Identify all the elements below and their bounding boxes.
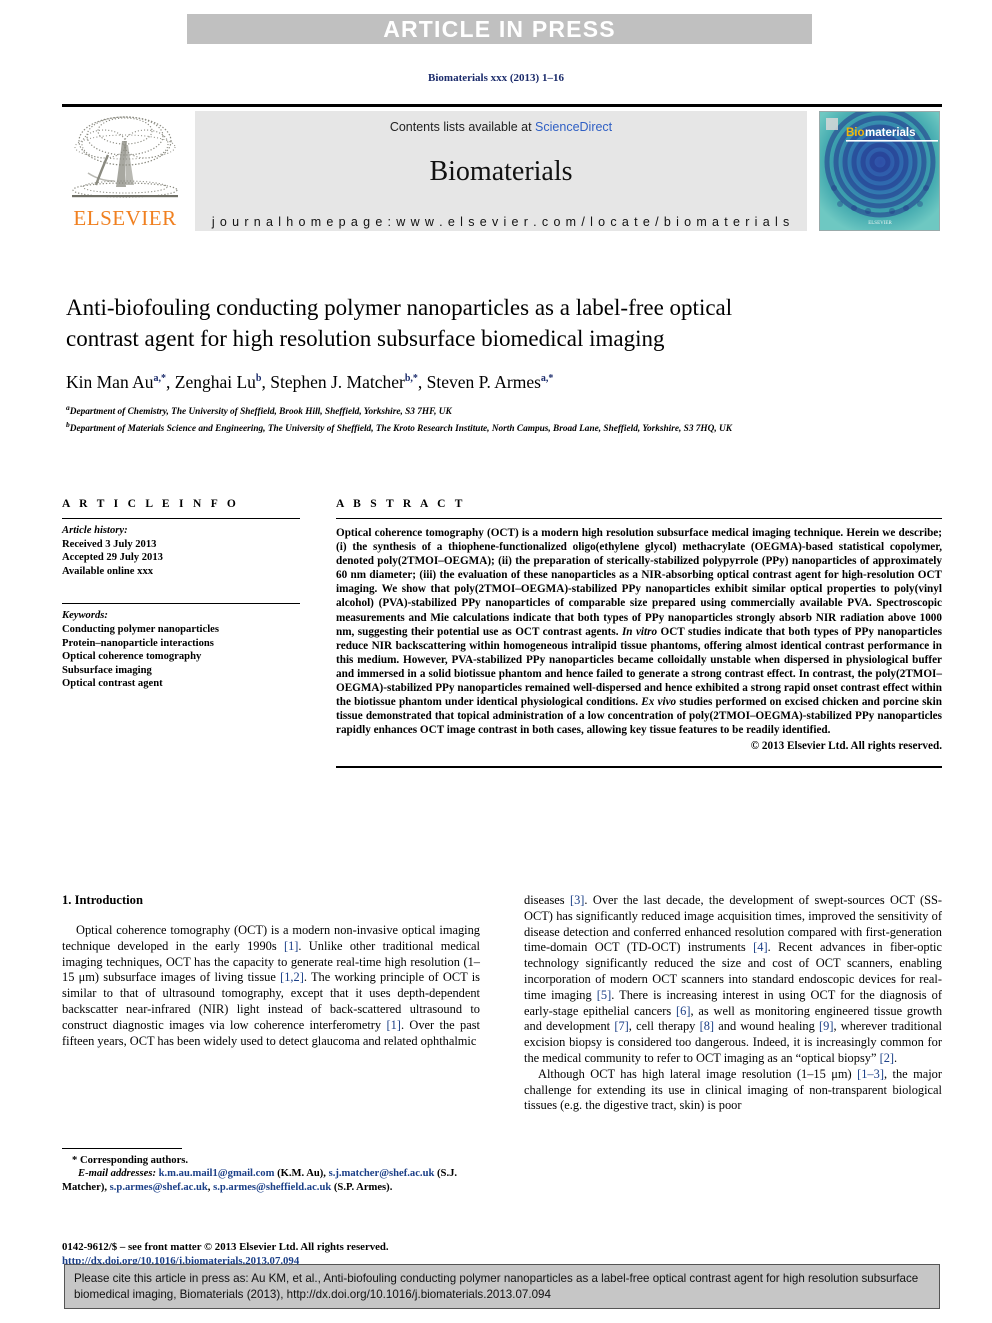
author-list: Kin Man Aua,*, Zenghai Lub, Stephen J. M… [66,372,554,392]
svg-text:Bio: Bio [846,127,865,139]
cite-this-article-text: Please cite this article in press as: Au… [74,1272,919,1301]
corresponding-authors-note: * Corresponding authors. E-mail addresse… [62,1154,480,1194]
keyword-item: Optical coherence tomography [62,651,202,663]
abstract-heading: A B S T R A C T [336,498,466,510]
abstract-italic-in-vitro: In vitro [621,625,658,638]
keyword-item: Subsurface imaging [62,664,152,676]
cite-this-article-box: Please cite this article in press as: Au… [64,1264,940,1309]
citation-ref-1-3[interactable]: [1–3] [857,1067,884,1081]
author-marks: b [255,373,262,385]
keyword-item: Protein–nanoparticle interactions [62,637,214,649]
sciencedirect-link[interactable]: ScienceDirect [535,120,612,134]
corresponding-authors-label: * Corresponding authors. [72,1155,189,1166]
affiliation-list: aDepartment of Chemistry, The University… [66,402,856,435]
intro-paragraph-right-2: Although OCT has high lateral image reso… [524,1067,942,1114]
author-marks: a,* [540,373,554,385]
intro-paragraph-right-1: diseases [3]. Over the last decade, the … [524,893,942,1067]
intro-right-g: and wound healing [714,1019,819,1034]
elsevier-logo: ELSEVIER [64,111,186,231]
citation-ref-1b[interactable]: [1] [386,1018,400,1032]
journal-cover-art-icon: Bio materials ELSEVIER [820,112,939,230]
citation-ref-6[interactable]: [6] [676,1004,690,1018]
author-name: Kin Man Au [66,372,154,392]
footnote-rule [62,1148,182,1149]
elsevier-tree-icon [72,116,178,198]
journal-homepage-line[interactable]: j o u r n a l h o m e p a g e : w w w . … [195,215,807,229]
abstract-part-1: Optical coherence tomography (OCT) is a … [336,527,942,638]
footnote-region: * Corresponding authors. E-mail addresse… [62,1148,480,1194]
email-addresses-line: E-mail addresses: k.m.au.mail1@gmail.com… [62,1167,480,1194]
keyword-item: Conducting polymer nanoparticles [62,623,219,635]
intro-paragraph-left: Optical coherence tomography (OCT) is a … [62,923,480,1049]
keywords-label: Keywords: [62,610,108,622]
email-link-2[interactable]: s.j.matcher@shef.ac.uk [329,1168,435,1179]
issn-line: 0142-9612/$ – see front matter © 2013 El… [62,1241,389,1253]
body-column-left: 1. Introduction Optical coherence tomogr… [62,893,480,1049]
title-block: Anti-biofouling conducting polymer nanop… [66,292,766,435]
intro-right-f: , cell therapy [628,1019,700,1034]
journal-header-band: ELSEVIER Contents lists available at Sci… [62,104,942,232]
journal-cover-thumbnail: Bio materials ELSEVIER [819,111,940,231]
email-link-1[interactable]: k.m.au.mail1@gmail.com [159,1168,275,1179]
body-column-right: diseases [3]. Over the last decade, the … [524,893,942,1114]
citation-ref-2[interactable]: [2] [880,1051,894,1065]
citation-ref-4[interactable]: [4] [753,940,767,954]
affiliation-text: Department of Chemistry, The University … [69,407,452,418]
affiliation-item: aDepartment of Chemistry, The University… [66,402,856,419]
author-marks: a,* [153,373,167,385]
abstract-italic-ex-vivo: Ex vivo [641,696,677,709]
citation-ref-3[interactable]: [3] [570,893,584,907]
email-link-3[interactable]: s.p.armes@shef.ac.uk [110,1182,208,1193]
journal-title: Biomaterials [429,156,573,187]
article-info-column: A R T I C L E I N F O Article history: R… [62,498,300,698]
contents-available-line: Contents lists available at ScienceDirec… [195,120,807,134]
page-title: Anti-biofouling conducting polymer nanop… [66,295,733,351]
header-top-rule [62,104,942,107]
citation-ref-1[interactable]: [1] [284,939,298,953]
svg-text:ELSEVIER: ELSEVIER [868,221,892,226]
citation-ref-9[interactable]: [9] [819,1019,833,1033]
keywords-group: Keywords: Conducting polymer nanoparticl… [62,604,300,698]
history-item: Accepted 29 July 2013 [62,552,163,564]
citation-ref-1-2[interactable]: [1,2] [280,970,304,984]
email-link-4[interactable]: s.p.armes@sheffield.ac.uk [213,1182,331,1193]
author-name: Steven P. Armes [426,372,541,392]
intro-right-a: diseases [524,893,570,907]
author-name: Stephen J. Matcher [270,372,405,392]
abstract-text: Optical coherence tomography (OCT) is a … [336,519,942,754]
intro-right2-a: Although OCT has high lateral image reso… [538,1066,858,1081]
history-item: Received 3 July 2013 [62,538,157,550]
svg-text:materials: materials [865,127,916,139]
journal-reference-line: Biomaterials xxx (2013) 1–16 [428,72,564,84]
intro-right-i: . [894,1050,898,1065]
affiliation-item: bDepartment of Materials Science and Eng… [66,419,856,436]
section-heading-introduction: 1. Introduction [62,893,143,907]
abstract-column: A B S T R A C T Optical coherence tomogr… [336,498,942,768]
abstract-bottom-rule [336,765,942,768]
article-history-group: Article history: Received 3 July 2013 Ac… [62,519,300,585]
elsevier-wordmark: ELSEVIER [73,206,177,230]
email-addresses-label: E-mail addresses: [78,1168,156,1180]
affiliation-text: Department of Materials Science and Engi… [69,423,732,434]
history-item: Available online xxx [62,565,154,577]
article-history-label: Article history: [62,525,128,536]
journal-contents-box: Contents lists available at ScienceDirec… [195,111,807,231]
contents-prefix: Contents lists available at [389,120,536,134]
keyword-item: Optical contrast agent [62,678,163,690]
citation-ref-7[interactable]: [7] [614,1019,628,1033]
email-owner-4: (S.P. Armes). [331,1181,393,1193]
citation-ref-8[interactable]: [8] [700,1019,714,1033]
article-in-press-banner: ARTICLE IN PRESS [187,14,812,44]
author-marks: b,* [404,373,418,385]
author-name: Zenghai Lu [174,372,256,392]
citation-ref-5[interactable]: [5] [597,988,611,1002]
abstract-copyright: © 2013 Elsevier Ltd. All rights reserved… [750,740,942,753]
email-owner-1: (K.M. Au), [274,1168,329,1180]
article-info-heading: A R T I C L E I N F O [62,498,240,510]
article-in-press-label: ARTICLE IN PRESS [383,15,616,42]
abstract-paragraph: Optical coherence tomography (OCT) is a … [336,526,942,737]
